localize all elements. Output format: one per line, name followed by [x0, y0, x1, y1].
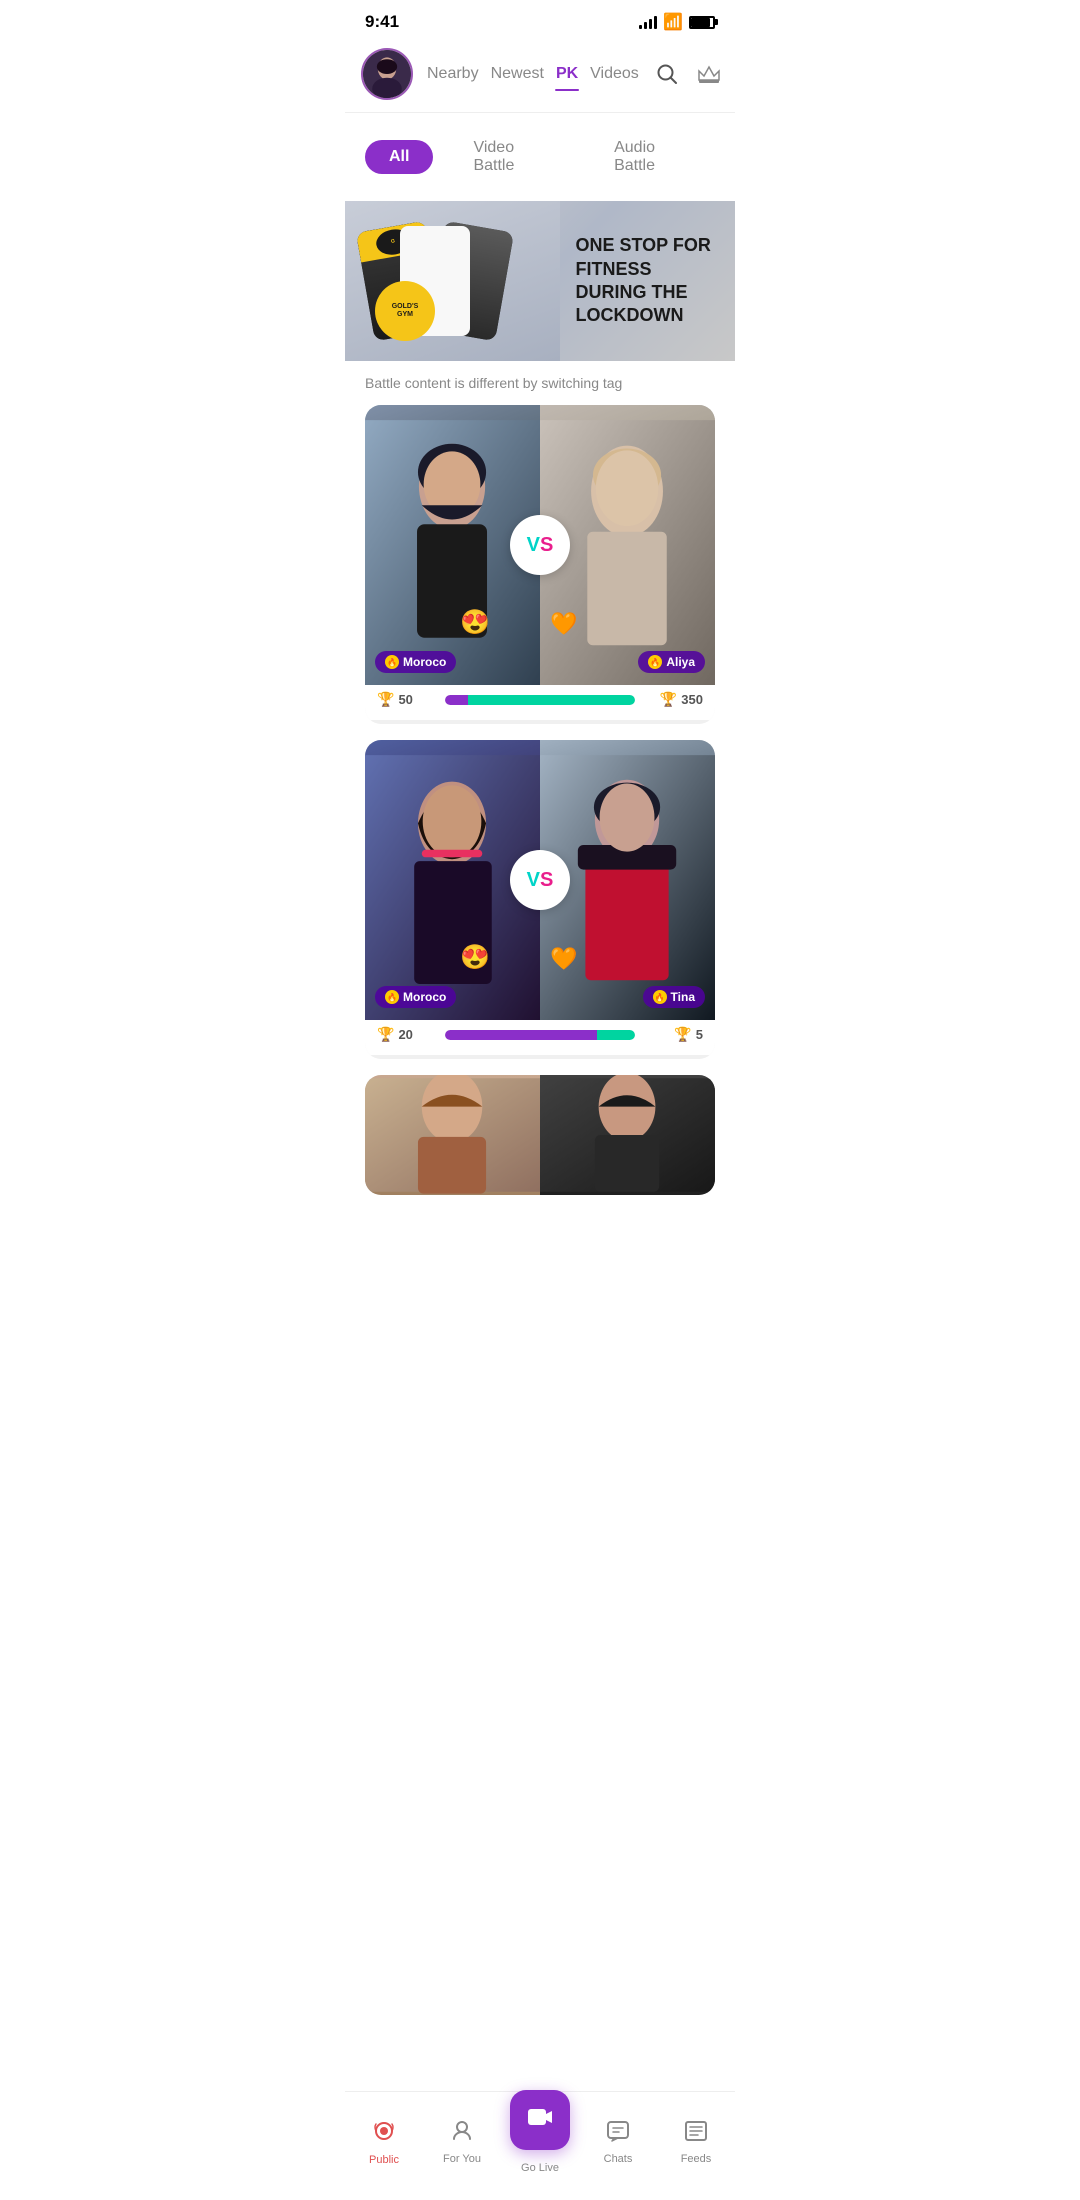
feeds-label: Feeds	[681, 2153, 712, 2165]
vs-badge-1: VS	[510, 515, 570, 575]
score-row-1: 🏆 50 🏆 350	[365, 685, 715, 720]
banner-phones: G GOLD'SGYM	[345, 201, 560, 361]
nav-item-feeds[interactable]: Feeds	[657, 2119, 735, 2165]
user-dot-1: 🔥	[385, 655, 399, 669]
banner-text: ONE STOP FOR FITNESS DURING THE LOCKDOWN	[560, 234, 736, 328]
score-bar-left-fill-1	[445, 695, 468, 705]
for-you-label: For You	[443, 2153, 481, 2165]
status-time: 9:41	[365, 12, 399, 32]
score-bar-right-fill-1	[468, 695, 635, 705]
battle-card-3-partial[interactable]	[365, 1075, 715, 1195]
vs-badge-2: VS	[510, 850, 570, 910]
filter-all[interactable]: All	[365, 140, 433, 174]
battle-card-2[interactable]: 🔥 Moroco	[365, 740, 715, 1059]
battery-icon	[689, 16, 715, 29]
filter-video-battle[interactable]: Video Battle	[449, 131, 574, 183]
score-bar-2	[445, 1030, 635, 1040]
emoji-face-2: 😍	[460, 943, 490, 972]
score-left-2: 🏆 20	[377, 1026, 437, 1043]
header-nav: Nearby Newest PK Videos	[345, 40, 735, 112]
signal-icon	[639, 15, 657, 29]
go-live-label: Go Live	[521, 2162, 559, 2174]
wifi-icon: 📶	[663, 12, 683, 32]
chats-icon	[606, 2119, 630, 2149]
tab-videos[interactable]: Videos	[584, 61, 645, 87]
user-badge-moroco-2: 🔥 Moroco	[375, 986, 456, 1008]
filter-tabs: All Video Battle Audio Battle	[345, 113, 735, 201]
go-live-icon	[526, 2103, 554, 2138]
crown-icon[interactable]	[695, 60, 723, 88]
user-dot-tina: 🔥	[653, 990, 667, 1004]
bottom-nav: Public For You Go Live	[345, 2091, 735, 2200]
status-icons: 📶	[639, 12, 715, 32]
nav-tabs: Nearby Newest PK Videos	[421, 61, 645, 87]
nav-item-chats[interactable]: Chats	[579, 2119, 657, 2165]
score-bar-1	[445, 695, 635, 705]
emoji-face-1: 😍	[460, 608, 490, 637]
user-dot-moroco2: 🔥	[385, 990, 399, 1004]
score-right-1: 🏆 350	[643, 691, 703, 708]
user-dot-aliya: 🔥	[648, 655, 662, 669]
for-you-icon	[450, 2119, 474, 2149]
promotional-banner[interactable]: G GOLD'SGYM ONE STOP FOR FITNESS DURING …	[345, 201, 735, 361]
user-badge-tina-2: 🔥 Tina	[643, 986, 705, 1008]
score-bar-right-fill-2	[597, 1030, 635, 1040]
filter-audio-battle[interactable]: Audio Battle	[590, 131, 715, 183]
emoji-heart-2: 🧡	[550, 946, 577, 972]
partial-images-3	[365, 1075, 715, 1195]
public-label: Public	[369, 2154, 399, 2166]
feeds-icon	[684, 2119, 708, 2149]
tab-nearby[interactable]: Nearby	[421, 61, 485, 87]
emoji-heart-1: 🧡	[550, 611, 577, 637]
gym-logo: GOLD'SGYM	[375, 281, 435, 341]
go-live-button[interactable]	[510, 2090, 570, 2150]
status-bar: 9:41 📶	[345, 0, 735, 40]
score-right-2: 🏆 5	[643, 1026, 703, 1043]
main-content: All Video Battle Audio Battle G	[345, 113, 735, 1311]
tab-newest[interactable]: Newest	[485, 61, 550, 87]
score-row-2: 🏆 20 🏆 5	[365, 1020, 715, 1055]
avatar[interactable]	[361, 48, 413, 100]
battle-card-1[interactable]: 🔥 Moroco	[365, 405, 715, 724]
tab-pk[interactable]: PK	[550, 61, 584, 87]
user-badge-aliya-1: 🔥 Aliya	[638, 651, 705, 673]
nav-action-icons	[653, 60, 723, 88]
search-icon[interactable]	[653, 60, 681, 88]
nav-item-public[interactable]: Public	[345, 2118, 423, 2166]
partial-right-3	[540, 1075, 715, 1195]
score-left-1: 🏆 50	[377, 691, 437, 708]
avatar-image	[363, 50, 411, 98]
battle-images-2: 🔥 Moroco	[365, 740, 715, 1020]
score-bar-left-fill-2	[445, 1030, 597, 1040]
battle-hint: Battle content is different by switching…	[345, 361, 735, 405]
public-icon	[371, 2118, 397, 2150]
user-badge-moroco-1: 🔥 Moroco	[375, 651, 456, 673]
partial-left-3	[365, 1075, 540, 1195]
nav-item-go-live[interactable]: Go Live	[501, 2090, 579, 2174]
chats-label: Chats	[604, 2153, 633, 2165]
battle-images-1: 🔥 Moroco	[365, 405, 715, 685]
nav-item-for-you[interactable]: For You	[423, 2119, 501, 2165]
